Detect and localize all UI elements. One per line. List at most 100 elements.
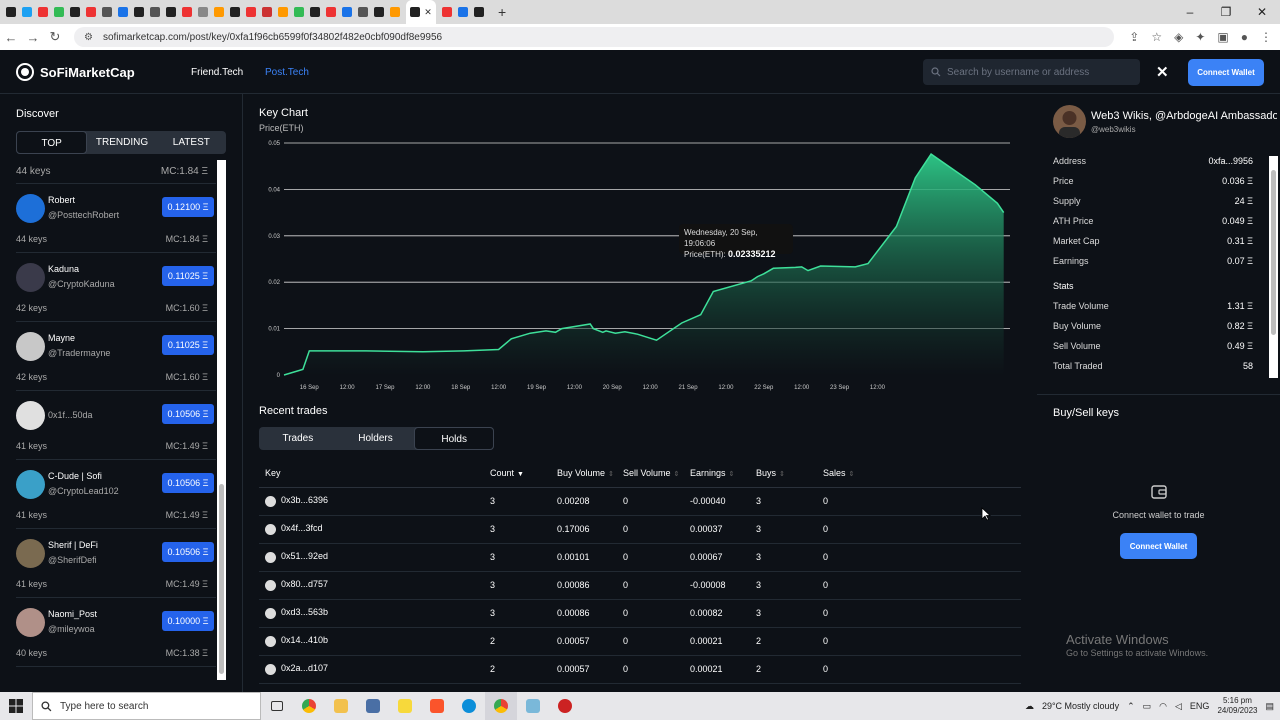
key-price-button[interactable]: 0.11025 Ξ [162,266,214,286]
forward-icon[interactable]: → [22,30,44,45]
sidepanel-icon[interactable]: ▣ [1217,30,1228,44]
extension-icon[interactable]: ◈ [1174,30,1183,44]
language-indicator[interactable]: ENG [1190,701,1210,711]
browser-tab-strip[interactable]: ✕ + [0,0,1280,24]
browser-tab[interactable] [230,7,240,17]
browser-tab[interactable] [70,7,80,17]
x-twitter-icon[interactable]: ✕ [1156,63,1169,81]
key-cell[interactable]: 0xd3...563b [259,599,484,628]
key-price-chart[interactable]: 0 0.01 0.02 0.03 0.04 0.05 16 Sep 12:00 17 Sep 1… [243,134,1037,399]
minimize-button[interactable]: – [1172,0,1208,24]
sort-icon[interactable]: ⇕ [674,471,680,478]
wifi-icon[interactable]: ◠ [1159,701,1167,712]
browser-tab[interactable] [134,7,144,17]
key-price-button[interactable]: 0.10506 Ξ [162,404,214,424]
bookmark-star-icon[interactable]: ☆ [1151,30,1162,44]
browser-tab[interactable] [102,7,112,17]
browser-tab[interactable] [262,7,272,17]
tab-top[interactable]: TOP [16,131,88,154]
file-explorer-icon[interactable] [325,692,357,720]
connect-wallet-button[interactable]: Connect Wallet [1188,59,1264,86]
avatar[interactable] [1053,105,1086,138]
brand-logo[interactable]: SoFiMarketCap [16,63,135,81]
browser-tab[interactable] [326,7,336,17]
tab-trending[interactable]: TRENDING [87,131,156,154]
share-icon[interactable]: ⇪ [1129,30,1139,44]
network-icon[interactable]: ▭ [1143,701,1152,712]
tab-holders[interactable]: Holders [337,427,415,450]
tab-trades[interactable]: Trades [259,427,337,450]
col-buys[interactable]: Buys ⇕ [750,460,817,488]
chrome-icon[interactable] [293,692,325,720]
close-window-button[interactable]: ✕ [1244,0,1280,24]
menu-icon[interactable]: ⋮ [1260,30,1272,44]
browser-tab[interactable] [374,7,384,17]
list-item[interactable]: 44 keys MC:1.84 Ξ [16,160,216,184]
reload-icon[interactable]: ↻ [44,29,66,45]
browser-tab[interactable] [118,7,128,17]
browser-tab[interactable] [54,7,64,17]
start-button[interactable] [0,692,32,720]
connect-wallet-trade-button[interactable]: Connect Wallet [1120,533,1197,559]
calculator-icon[interactable] [357,692,389,720]
weather-text[interactable]: 29°C Mostly cloudy [1042,701,1119,711]
col-buy-volume[interactable]: Buy Volume ⇕ [551,460,617,488]
table-row[interactable]: 0xd3...563b 3 0.00086 0 0.00082 3 0 [259,599,1021,628]
browser-tab[interactable] [214,7,224,17]
back-icon[interactable]: ← [0,30,22,45]
table-row[interactable]: 0x51...92ed 3 0.00101 0 0.00067 3 0 [259,543,1021,572]
profile-icon[interactable]: ● [1241,30,1248,44]
list-item[interactable]: 0x1f...50da 0.10506 Ξ 41 keys MC:1.49 Ξ [16,391,216,460]
key-price-button[interactable]: 0.11025 Ξ [162,335,214,355]
browser-tab[interactable] [86,7,96,17]
key-cell[interactable]: 0x14...410b [259,627,484,656]
browser-tab[interactable] [6,7,16,17]
browser-tab[interactable] [294,7,304,17]
browser-tab[interactable] [22,7,32,17]
list-item[interactable]: Robert @PosttechRobert 0.12100 Ξ 44 keys … [16,184,216,253]
browser-tab[interactable] [150,7,160,17]
col-earnings[interactable]: Earnings ⇕ [684,460,750,488]
new-tab-icon[interactable]: + [498,4,506,20]
close-tab-icon[interactable]: ✕ [424,7,432,18]
table-row[interactable]: 0x80...d757 3 0.00086 0 -0.00008 3 0 [259,571,1021,600]
browser-tab[interactable] [278,7,288,17]
table-row[interactable]: 0x3b...6396 3 0.00208 0 -0.00040 3 0 [259,487,1021,516]
nav-friend-tech[interactable]: Friend.Tech [191,67,243,78]
sort-desc-icon[interactable]: ▼ [517,471,524,478]
browser-tab[interactable] [342,7,352,17]
sort-icon[interactable]: ⇕ [729,471,735,478]
sticky-notes-icon[interactable] [389,692,421,720]
list-item[interactable]: Kaduna @CryptoKaduna 0.11025 Ξ 42 keys MC… [16,253,216,322]
taskbar-search[interactable]: Type here to search [32,692,261,720]
sort-icon[interactable]: ⇕ [849,471,855,478]
stats-scrollbar-thumb[interactable] [1271,170,1276,335]
stat-value[interactable]: 0xfa...9956 [1208,156,1253,166]
browser-tab[interactable] [38,7,48,17]
active-browser-tab[interactable]: ✕ [406,0,436,24]
browser-tab[interactable] [182,7,192,17]
key-cell[interactable]: 0x51...92ed [259,543,484,572]
col-count[interactable]: Count ▼ [484,460,551,488]
sidebar-scrollbar-thumb[interactable] [219,484,224,674]
browser-tab[interactable] [442,7,452,17]
key-cell[interactable]: 0x80...d757 [259,571,484,600]
browser-tab[interactable] [458,7,468,17]
puzzle-icon[interactable]: ✦ [1195,30,1205,44]
sort-icon[interactable]: ⇕ [608,471,614,478]
browser-tab[interactable] [166,7,176,17]
key-cell[interactable]: 0x4f...3fcd [259,515,484,544]
table-row[interactable]: 0x14...410b 2 0.00057 0 0.00021 2 0 [259,627,1021,656]
key-price-button[interactable]: 0.12100 Ξ [162,197,214,217]
chrome-active-icon[interactable] [485,692,517,720]
profile-handle[interactable]: @web3wikis [1091,125,1136,134]
browser-tab[interactable] [474,7,484,17]
sort-icon[interactable]: ⇕ [779,471,785,478]
tray-chevron-icon[interactable]: ⌃ [1127,701,1135,712]
table-row[interactable]: 0x4f...3fcd 3 0.17006 0 0.00037 3 0 [259,515,1021,544]
maximize-button[interactable]: ❐ [1208,0,1244,24]
search-input[interactable] [947,66,1137,78]
col-sales[interactable]: Sales ⇕ [817,460,1021,488]
col-sell-volume[interactable]: Sell Volume ⇕ [617,460,684,488]
url-field[interactable]: ⚙ sofimarketcap.com/post/key/0xfa1f96cb6… [74,27,1114,47]
